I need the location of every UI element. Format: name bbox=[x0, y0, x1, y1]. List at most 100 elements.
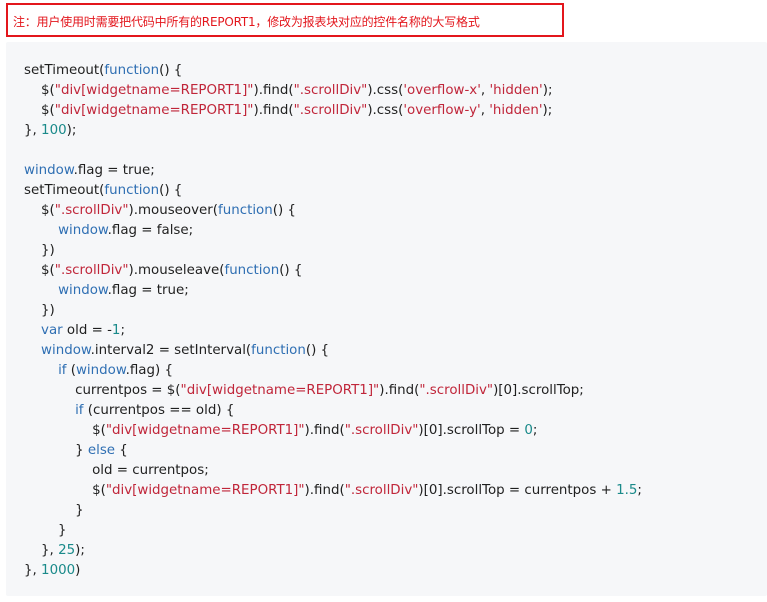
code-keyword: function bbox=[251, 343, 306, 358]
code-string: ".scrollDiv" bbox=[419, 383, 494, 398]
code-text: $( bbox=[24, 263, 55, 278]
code-text: } bbox=[24, 443, 88, 458]
code-line: old = currentpos; bbox=[24, 461, 642, 481]
code-line: window.interval2 = setInterval(function(… bbox=[24, 341, 642, 361]
code-text: { bbox=[115, 443, 128, 458]
code-string: "div[widgetname=REPORT1]" bbox=[54, 83, 254, 98]
code-line: }, 25); bbox=[24, 541, 642, 561]
code-line: setTimeout(function() { bbox=[24, 61, 642, 81]
code-keyword: if bbox=[75, 403, 84, 418]
code-text: ); bbox=[542, 103, 553, 118]
code-text: }, bbox=[24, 563, 42, 578]
code-string: ".scrollDiv" bbox=[293, 103, 368, 118]
code-line: $(".scrollDiv").mouseleave(function() { bbox=[24, 261, 642, 281]
code-string: "div[widgetname=REPORT1]" bbox=[105, 423, 305, 438]
code-line: if (window.flag) { bbox=[24, 361, 642, 381]
note-text: 注：用户使用时需要把代码中所有的REPORT1，修改为报表块对应的控件名称的大写… bbox=[13, 15, 480, 29]
code-text: ).find( bbox=[304, 423, 345, 438]
code-line: $(".scrollDiv").mouseover(function() { bbox=[24, 201, 642, 221]
code-line: }, 100); bbox=[24, 121, 642, 141]
code-text: setTimeout( bbox=[24, 63, 105, 78]
code-text: .flag = true; bbox=[107, 283, 189, 298]
code-number: 1.5 bbox=[616, 483, 638, 498]
code-text: ( bbox=[66, 363, 76, 378]
code-text: .flag = false; bbox=[107, 223, 194, 238]
code-text: $( bbox=[24, 203, 55, 218]
code-text: ).css( bbox=[367, 83, 404, 98]
code-line: currentpos = $("div[widgetname=REPORT1]"… bbox=[24, 381, 642, 401]
code-number: 0 bbox=[524, 423, 533, 438]
code-text: $( bbox=[24, 423, 106, 438]
code-keyword: window bbox=[58, 283, 108, 298]
code-text: ; bbox=[532, 423, 538, 438]
code-text: old = currentpos; bbox=[24, 463, 209, 478]
code-text: currentpos = $( bbox=[24, 383, 181, 398]
code-keyword: var bbox=[41, 323, 63, 338]
code-string: ".scrollDiv" bbox=[54, 263, 129, 278]
code-line: } else { bbox=[24, 441, 642, 461]
code-text: } bbox=[24, 503, 84, 518]
code-string: ".scrollDiv" bbox=[293, 83, 368, 98]
code-text: $( bbox=[24, 83, 55, 98]
code-text: }, bbox=[24, 123, 42, 138]
code-block: setTimeout(function() { $("div[widgetnam… bbox=[6, 42, 767, 596]
code-line: var old = -1; bbox=[24, 321, 642, 341]
code-line: $("div[widgetname=REPORT1]").find(".scro… bbox=[24, 101, 642, 121]
code-keyword: function bbox=[104, 63, 160, 78]
code-line: setTimeout(function() { bbox=[24, 181, 642, 201]
code-text: old = - bbox=[62, 323, 112, 338]
code-line: if (currentpos == old) { bbox=[24, 401, 642, 421]
code-text: ; bbox=[120, 323, 125, 338]
code-keyword: window bbox=[58, 223, 108, 238]
code-text: )[0].scrollTop = currentpos + bbox=[418, 483, 617, 498]
note-box: 注：用户使用时需要把代码中所有的REPORT1，修改为报表块对应的控件名称的大写… bbox=[6, 3, 564, 37]
code-text: .interval2 = setInterval( bbox=[90, 343, 252, 358]
code-line: }, 1000) bbox=[24, 561, 642, 581]
code-text: (currentpos == old) { bbox=[83, 403, 235, 418]
code-string: 'overflow-y' bbox=[403, 103, 481, 118]
code-text: )[0].scrollTop = bbox=[418, 423, 525, 438]
code-keyword: else bbox=[87, 443, 116, 458]
code-text: () { bbox=[305, 343, 330, 358]
code-line: window.flag = false; bbox=[24, 221, 642, 241]
code-text: ) bbox=[75, 563, 81, 578]
code-text: ).find( bbox=[304, 483, 345, 498]
code-text: ).mouseover( bbox=[128, 203, 219, 218]
code-string: ".scrollDiv" bbox=[344, 483, 419, 498]
code-text: ; bbox=[637, 483, 642, 498]
code-keyword: window bbox=[75, 363, 126, 378]
code-string: "div[widgetname=REPORT1]" bbox=[105, 483, 305, 498]
code-keyword: function bbox=[224, 263, 280, 278]
code-line: }) bbox=[24, 301, 642, 321]
code-text: $( bbox=[24, 103, 55, 118]
code-text: $( bbox=[24, 483, 106, 498]
code-string: ".scrollDiv" bbox=[344, 423, 419, 438]
code-number: 1000 bbox=[41, 563, 76, 578]
code-text: ).css( bbox=[367, 103, 404, 118]
code-text: )[0].scrollTop; bbox=[493, 383, 584, 398]
code-keyword: if bbox=[58, 363, 67, 378]
code-text: ).find( bbox=[253, 103, 294, 118]
code-line: } bbox=[24, 521, 642, 541]
code-keyword: window bbox=[41, 343, 91, 358]
code-number: 100 bbox=[41, 123, 67, 138]
code-text: () { bbox=[159, 183, 183, 198]
code-line: $("div[widgetname=REPORT1]").find(".scro… bbox=[24, 81, 642, 101]
code-keyword: function bbox=[218, 203, 273, 218]
code-string: 'overflow-x' bbox=[403, 83, 481, 98]
code-line: $("div[widgetname=REPORT1]").find(".scro… bbox=[24, 421, 642, 441]
code-text: }) bbox=[24, 243, 55, 258]
code-text: .flag) { bbox=[125, 363, 173, 378]
code-number: 25 bbox=[58, 543, 76, 558]
code-text: }, bbox=[24, 543, 59, 558]
code-text: ); bbox=[66, 123, 77, 138]
code-line: window.flag = true; bbox=[24, 161, 642, 181]
code-string: "div[widgetname=REPORT1]" bbox=[54, 103, 254, 118]
code-text: ).mouseleave( bbox=[128, 263, 225, 278]
code-text: ).find( bbox=[253, 83, 294, 98]
code-keyword: function bbox=[104, 183, 160, 198]
